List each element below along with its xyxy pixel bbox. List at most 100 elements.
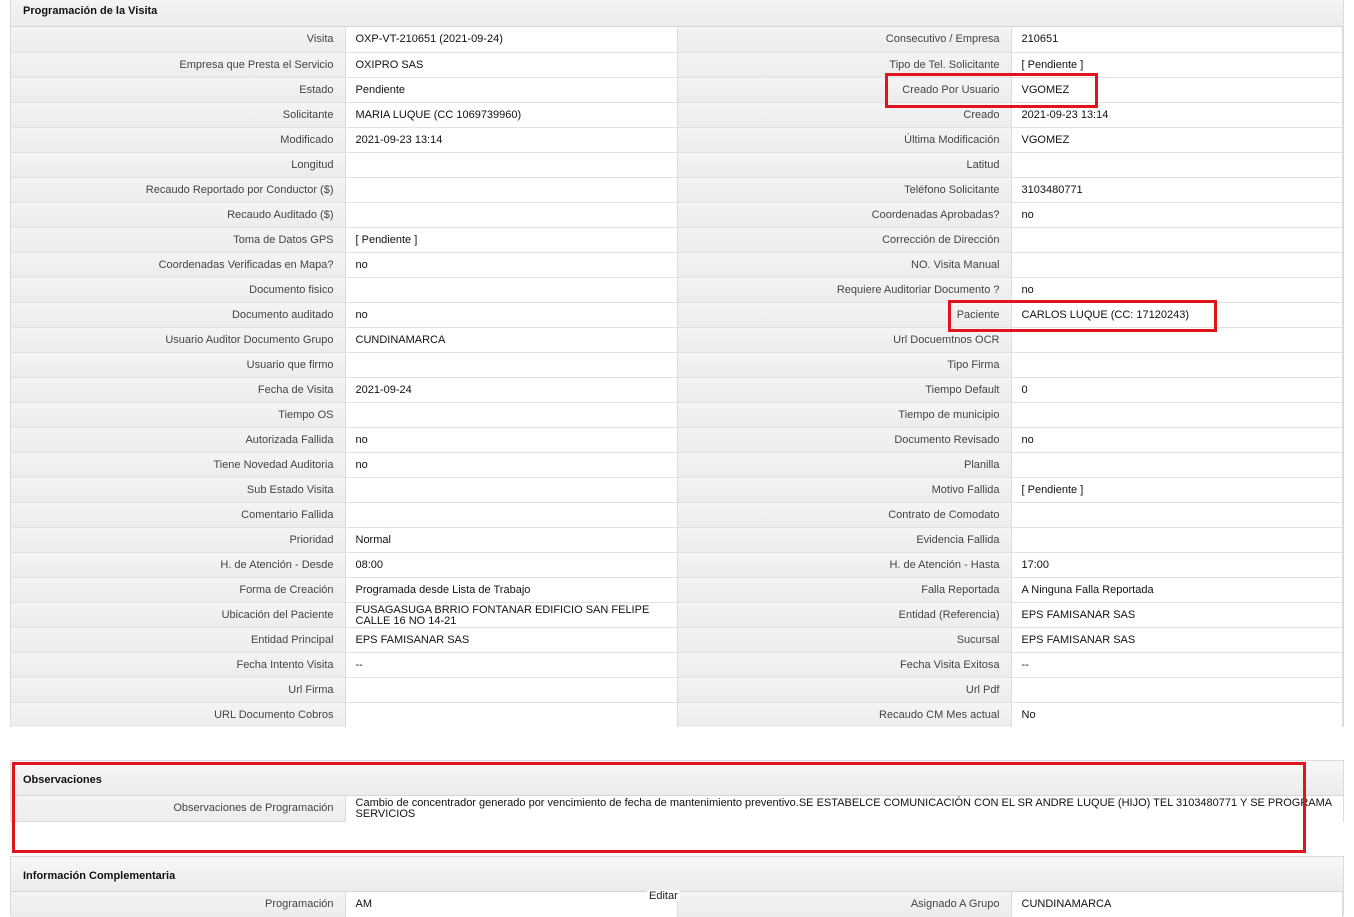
field-value: no — [344, 452, 678, 477]
field-row: Tiene Novedad Auditoria no Planilla — [11, 452, 1343, 477]
field-label: Url Docuemtnos OCR — [678, 327, 1011, 352]
field-label: Tipo Firma — [678, 352, 1011, 377]
section-title: Programación de la Visita — [23, 5, 158, 17]
field-label: Usuario que firmo — [11, 352, 345, 377]
field-value: No — [1010, 702, 1343, 727]
field-row: Forma de Creación Programada desde Lista … — [11, 577, 1343, 602]
field-row: Autorizada Fallida no Documento Revisado … — [11, 427, 1343, 452]
observaciones-header: Observaciones — [11, 761, 1343, 796]
field-value: no — [344, 302, 678, 327]
field-row: Estado Pendiente Creado Por Usuario VGOMEZ — [11, 77, 1343, 102]
field-label: Entidad Principal — [11, 627, 345, 652]
field-value: [ Pendiente ] — [1010, 477, 1343, 502]
field-row: Entidad Principal EPS FAMISANAR SAS Sucurs… — [11, 627, 1343, 652]
field-value — [344, 277, 678, 302]
field-row: Usuario que firmo Tipo Firma — [11, 352, 1343, 377]
field-value: Normal — [344, 527, 678, 552]
field-row: Modificado 2021-09-23 13:14 Última Modific… — [11, 127, 1343, 152]
field-value: 3103480771 — [1010, 177, 1343, 202]
field-label: Documento Revisado — [678, 427, 1011, 452]
field-value: CARLOS LUQUE (CC: 17120243) — [1010, 302, 1343, 327]
edit-link[interactable]: Editar — [647, 890, 680, 902]
field-label: Visita — [11, 27, 345, 52]
field-label: Sucursal — [678, 627, 1011, 652]
field-value: Programada desde Lista de Trabajo — [344, 577, 678, 602]
field-value: EPS FAMISANAR SAS — [344, 627, 678, 652]
field-value: FUSAGASUGA BRRIO FONTANAR EDIFICIO SAN F… — [344, 602, 678, 627]
section-title: Observaciones — [23, 774, 102, 786]
field-value — [344, 502, 678, 527]
field-value — [1010, 402, 1343, 427]
field-label: Motivo Fallida — [678, 477, 1011, 502]
field-value — [344, 152, 678, 177]
field-label: Consecutivo / Empresa — [678, 27, 1011, 52]
field-label: URL Documento Cobros — [11, 702, 345, 727]
field-value: 210651 — [1010, 27, 1343, 52]
field-value — [344, 177, 678, 202]
field-row: Recaudo Auditado ($) Coordenadas Aprobada… — [11, 202, 1343, 227]
field-value — [1010, 527, 1343, 552]
field-value: VGOMEZ — [1010, 127, 1343, 152]
field-label: Creado — [678, 102, 1011, 127]
field-row: Tiempo OS Tiempo de municipio — [11, 402, 1343, 427]
field-value: no — [1010, 202, 1343, 227]
field-value — [1010, 252, 1343, 277]
field-row: H. de Atención - Desde 08:00 H. de Atenció… — [11, 552, 1343, 577]
complementaria-section: Información Complementaria Programación … — [10, 856, 1344, 917]
field-label: Tiene Novedad Auditoria — [11, 452, 345, 477]
field-label: Falla Reportada — [678, 577, 1011, 602]
field-label: Forma de Creación — [11, 577, 345, 602]
field-value — [344, 402, 678, 427]
field-label: Documento fisico — [11, 277, 345, 302]
programacion-section: Programación de la Visita Visita OXP-VT-2… — [10, 0, 1344, 727]
field-label: Autorizada Fallida — [11, 427, 345, 452]
field-value: no — [344, 252, 678, 277]
field-value: AM — [344, 892, 678, 917]
field-label: Tiempo OS — [11, 402, 345, 427]
field-row: Toma de Datos GPS[ Pendiente ] Corrección… — [11, 227, 1343, 252]
programacion-header: Programación de la Visita — [11, 0, 1343, 27]
field-label: Asignado A Grupo — [678, 892, 1011, 917]
field-label: Tipo de Tel. Solicitante — [678, 52, 1011, 77]
field-row: Url Firma Url Pdf — [11, 677, 1343, 702]
field-label: Comentario Fallida — [11, 502, 345, 527]
field-label: Fecha Intento Visita — [11, 652, 345, 677]
field-label: Url Pdf — [678, 677, 1011, 702]
observaciones-value: Cambio de concentrador generado por venc… — [344, 796, 1343, 822]
field-value: A Ninguna Falla Reportada — [1010, 577, 1343, 602]
field-label: Coordenadas Verificadas en Mapa? — [11, 252, 345, 277]
field-value: OXIPRO SAS — [344, 52, 678, 77]
field-label: Usuario Auditor Documento Grupo — [11, 327, 345, 352]
field-value — [1010, 352, 1343, 377]
field-value — [344, 677, 678, 702]
field-label: Tiempo Default — [678, 377, 1011, 402]
field-value: 2021-09-23 13:14 — [1010, 102, 1343, 127]
field-value: MARIA LUQUE (CC 1069739960) — [344, 102, 678, 127]
field-value: CUNDINAMARCA — [344, 327, 678, 352]
field-label: Última Modificación — [678, 127, 1011, 152]
field-value — [1010, 227, 1343, 252]
field-row: Solicitante MARIA LUQUE (CC 1069739960) Cr… — [11, 102, 1343, 127]
field-value: no — [1010, 277, 1343, 302]
field-label: Coordenadas Aprobadas? — [678, 202, 1011, 227]
field-label: Longitud — [11, 152, 345, 177]
observaciones-section: Observaciones Observaciones de Programac… — [10, 760, 1344, 822]
field-value: -- — [1010, 652, 1343, 677]
field-value — [344, 477, 678, 502]
field-label: Planilla — [678, 452, 1011, 477]
field-row: Longitud Latitud — [11, 152, 1343, 177]
field-label: H. de Atención - Desde — [11, 552, 345, 577]
field-row: Recaudo Reportado por Conductor ($) Teléf… — [11, 177, 1343, 202]
field-value — [1010, 677, 1343, 702]
field-value: [ Pendiente ] — [1010, 52, 1343, 77]
field-value: 17:00 — [1010, 552, 1343, 577]
field-label: Programación — [11, 892, 345, 917]
field-row: Documento fisico Requiere Auditoriar Docu… — [11, 277, 1343, 302]
field-row: Coordenadas Verificadas en Mapa? no NO. V… — [11, 252, 1343, 277]
field-label: NO. Visita Manual — [678, 252, 1011, 277]
field-label: Sub Estado Visita — [11, 477, 345, 502]
field-value: no — [344, 427, 678, 452]
field-label: Evidencia Fallida — [678, 527, 1011, 552]
field-label: Ubicación del Paciente — [11, 602, 345, 627]
field-label: H. de Atención - Hasta — [678, 552, 1011, 577]
